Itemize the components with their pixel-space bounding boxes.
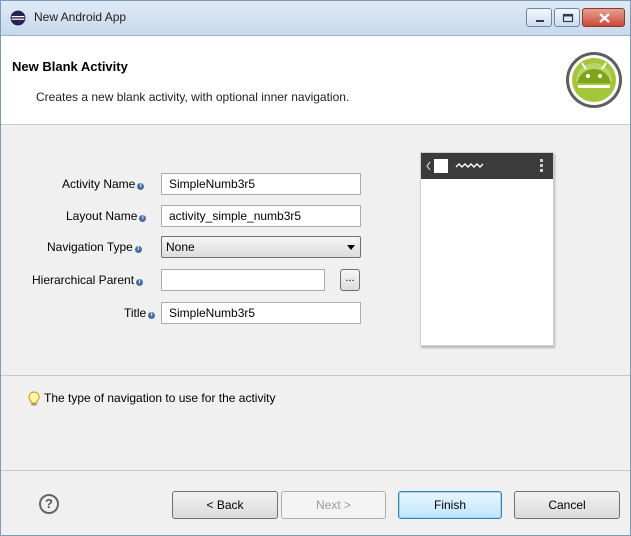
preview-action-bar-graphic xyxy=(426,159,543,173)
close-icon xyxy=(599,13,610,23)
android-logo xyxy=(566,52,622,108)
form-area: Activity Name i SimpleNumb3r5 Layout Name… xyxy=(1,125,630,471)
layout-name-label: Layout Name i xyxy=(66,209,147,223)
preview-action-bar xyxy=(421,153,553,179)
activity-name-field[interactable]: SimpleNumb3r5 xyxy=(161,173,361,195)
info-icon: i xyxy=(148,312,156,319)
info-icon: i xyxy=(134,246,142,253)
lightbulb-icon xyxy=(28,391,40,406)
activity-preview xyxy=(420,152,554,346)
minimize-button[interactable] xyxy=(526,8,552,27)
hint-text: The type of navigation to use for the ac… xyxy=(44,391,276,405)
separator xyxy=(1,375,630,376)
hierarchical-parent-field[interactable] xyxy=(161,269,325,291)
title-bar[interactable]: New Android App xyxy=(1,1,630,36)
button-bar: ? < Back Next > Finish Cancel xyxy=(1,471,630,535)
activity-name-label: Activity Name i xyxy=(62,177,145,191)
next-button[interactable]: Next > xyxy=(281,491,386,519)
hierarchical-parent-label: Hierarchical Parent i xyxy=(32,273,144,287)
cancel-button[interactable]: Cancel xyxy=(514,491,620,519)
info-icon: i xyxy=(137,183,145,190)
maximize-button[interactable] xyxy=(554,8,580,27)
page-description: Creates a new blank activity, with optio… xyxy=(36,90,350,104)
page-title: New Blank Activity xyxy=(12,59,128,74)
info-icon: i xyxy=(136,279,144,286)
maximize-icon xyxy=(562,13,574,23)
close-button[interactable] xyxy=(582,8,625,27)
title-label: Title i xyxy=(124,306,156,320)
browse-button[interactable]: ... xyxy=(340,269,360,291)
wizard-header: New Blank Activity Creates a new blank a… xyxy=(1,36,630,125)
window-title: New Android App xyxy=(34,10,127,24)
info-icon: i xyxy=(139,215,147,222)
title-field[interactable]: SimpleNumb3r5 xyxy=(161,302,361,324)
layout-name-field[interactable]: activity_simple_numb3r5 xyxy=(161,205,361,227)
navigation-type-value: None xyxy=(166,240,195,254)
navigation-type-select[interactable]: None xyxy=(161,236,361,258)
finish-button[interactable]: Finish xyxy=(398,491,502,519)
minimize-icon xyxy=(536,20,544,22)
chevron-down-icon xyxy=(347,245,355,250)
back-button[interactable]: < Back xyxy=(172,491,278,519)
navigation-type-label: Navigation Type i xyxy=(47,240,142,254)
help-icon[interactable]: ? xyxy=(39,494,59,514)
eclipse-icon xyxy=(10,10,26,26)
dialog-window: New Android App New Blank Activity Creat… xyxy=(0,0,631,536)
